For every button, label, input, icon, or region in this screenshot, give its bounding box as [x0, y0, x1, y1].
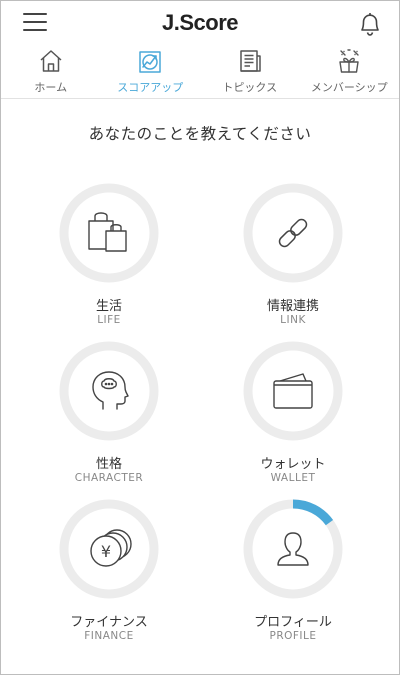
- progress-ring-character: [59, 341, 159, 441]
- svg-text:¥: ¥: [101, 542, 111, 561]
- home-icon: [40, 50, 62, 72]
- tab-home-label: ホーム: [34, 81, 68, 94]
- tab-home[interactable]: ホーム: [1, 45, 101, 98]
- progress-ring-wallet: [243, 341, 343, 441]
- category-card-life[interactable]: 生活 LIFE: [39, 183, 179, 333]
- category-sublabel-wallet: WALLET: [270, 472, 316, 484]
- score-up-content: あなたのことを教えてください 生活 LIFE 情報連携 LINK 性格 CHAR…: [1, 100, 399, 674]
- category-sublabel-profile: PROFILE: [269, 630, 317, 642]
- category-label-profile: プロフィール: [254, 615, 332, 630]
- score-up-icon: [139, 51, 161, 73]
- tab-topics-label: トピックス: [222, 81, 278, 94]
- category-card-wallet[interactable]: ウォレット WALLET: [223, 341, 363, 491]
- category-label-finance: ファイナンス: [70, 615, 148, 630]
- app-frame: J.Score ホーム スコアアップ トピックス メンバーシップ あなたのことを…: [0, 0, 400, 675]
- category-card-profile[interactable]: プロフィール PROFILE: [223, 499, 363, 649]
- category-card-finance[interactable]: ¥ ファイナンス FINANCE: [39, 499, 179, 649]
- category-card-character[interactable]: 性格 CHARACTER: [39, 341, 179, 491]
- progress-ring-link: [243, 183, 343, 283]
- main-tabs: ホーム スコアアップ トピックス メンバーシップ: [1, 45, 399, 99]
- category-sublabel-character: CHARACTER: [74, 472, 144, 484]
- tab-topics[interactable]: トピックス: [200, 45, 300, 98]
- membership-icon: [339, 49, 359, 73]
- category-label-character: 性格: [95, 457, 122, 472]
- category-label-life: 生活: [95, 299, 122, 314]
- app-title: J.Score: [162, 10, 239, 35]
- category-label-link: 情報連携: [266, 299, 319, 314]
- category-sublabel-link: LINK: [280, 314, 306, 326]
- shopping-bags-icon: [88, 212, 127, 252]
- category-sublabel-finance: FINANCE: [84, 630, 134, 642]
- progress-ring-finance: ¥: [59, 499, 159, 599]
- progress-ring-profile: [243, 499, 343, 599]
- notification-bell-icon[interactable]: [357, 10, 383, 38]
- wallet-icon: [273, 373, 313, 409]
- question-heading: あなたのことを教えてください: [88, 125, 312, 143]
- progress-ring-life: [59, 183, 159, 283]
- tab-membership[interactable]: メンバーシップ: [300, 45, 400, 98]
- category-sublabel-life: LIFE: [97, 314, 121, 326]
- yen-coins-icon: ¥: [90, 529, 132, 567]
- category-card-link[interactable]: 情報連携 LINK: [223, 183, 363, 333]
- topics-icon: [240, 50, 261, 72]
- top-bar: J.Score: [1, 1, 399, 45]
- head-thought-icon: [92, 371, 129, 410]
- link-chain-icon: [278, 218, 308, 248]
- tab-membership-label: メンバーシップ: [310, 81, 388, 94]
- person-icon: [277, 532, 309, 566]
- tab-score-up-label: スコアアップ: [117, 81, 184, 94]
- category-label-wallet: ウォレット: [260, 457, 326, 472]
- tab-score-up[interactable]: スコアアップ: [101, 45, 201, 98]
